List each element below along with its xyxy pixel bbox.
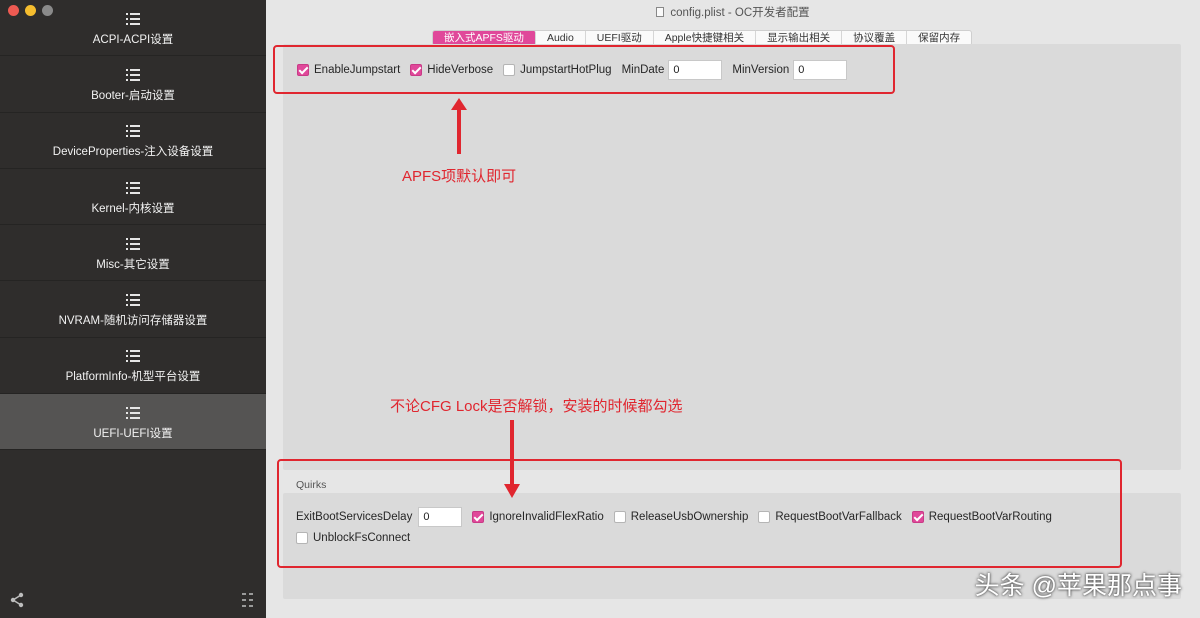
list-icon [126,12,140,25]
sidebar-item-nvram[interactable]: NVRAM-随机访问存储器设置 [0,281,266,338]
sidebar-item-booter[interactable]: Booter-启动设置 [0,56,266,113]
list-icon [126,125,140,138]
sidebar-item-label: NVRAM-随机访问存储器设置 [58,315,208,328]
tab-protocol-overrides[interactable]: 协议覆盖 [842,31,908,45]
sidebar-item-uefi[interactable]: UEFI-UEFI设置 [0,394,266,451]
apfs-highlight-box [273,45,895,94]
tab-apfs[interactable]: 嵌入式APFS驱动 [433,31,536,45]
sidebar-item-misc[interactable]: Misc-其它设置 [0,225,266,282]
tab-apple-hotkeys[interactable]: Apple快捷键相关 [654,31,757,45]
sidebar-nav: ACPI-ACPI设置 Booter-启动设置 DeviceProperties… [0,0,266,451]
tab-uefi-drivers[interactable]: UEFI驱动 [586,31,654,45]
sidebar-item-label: DeviceProperties-注入设备设置 [52,146,214,159]
list-icon [126,237,140,250]
sidebar-item-label: UEFI-UEFI设置 [93,427,173,440]
arrow-up-icon [451,98,467,154]
sidebar-item-label: PlatformInfo-机型平台设置 [65,371,201,384]
tab-display-output[interactable]: 显示输出相关 [756,31,843,45]
list-icon [126,406,140,419]
sidebar-item-platforminfo[interactable]: PlatformInfo-机型平台设置 [0,338,266,395]
list-icon [126,294,140,307]
quirks-highlight-box [277,459,1122,568]
sidebar: ACPI-ACPI设置 Booter-启动设置 DeviceProperties… [0,0,266,618]
sidebar-item-label: Booter-启动设置 [91,89,175,102]
sidebar-item-label: Kernel-内核设置 [91,202,175,215]
share-icon[interactable] [9,592,25,608]
sidebar-item-kernel[interactable]: Kernel-内核设置 [0,169,266,226]
tab-audio[interactable]: Audio [536,31,586,45]
arrow-down-icon [504,420,520,498]
list-icon [126,350,140,363]
sidebar-item-acpi[interactable]: ACPI-ACPI设置 [0,0,266,57]
quirks-annotation: 不论CFG Lock是否解锁，安装的时候都勾选 [390,398,683,415]
sidebar-item-deviceproperties[interactable]: DeviceProperties-注入设备设置 [0,113,266,169]
document-icon [656,7,665,17]
window-title: config.plist - OC开发者配置 [266,4,1200,20]
tab-reserved-memory[interactable]: 保留内存 [907,31,971,45]
apfs-annotation: APFS项默认即可 [402,168,517,185]
list-icon [126,68,140,81]
sidebar-item-label: Misc-其它设置 [96,258,170,271]
sidebar-item-label: ACPI-ACPI设置 [92,33,174,46]
watermark: 头条 @苹果那点事 [974,572,1182,600]
list-icon [126,181,140,194]
grid-icon[interactable] [240,591,256,609]
